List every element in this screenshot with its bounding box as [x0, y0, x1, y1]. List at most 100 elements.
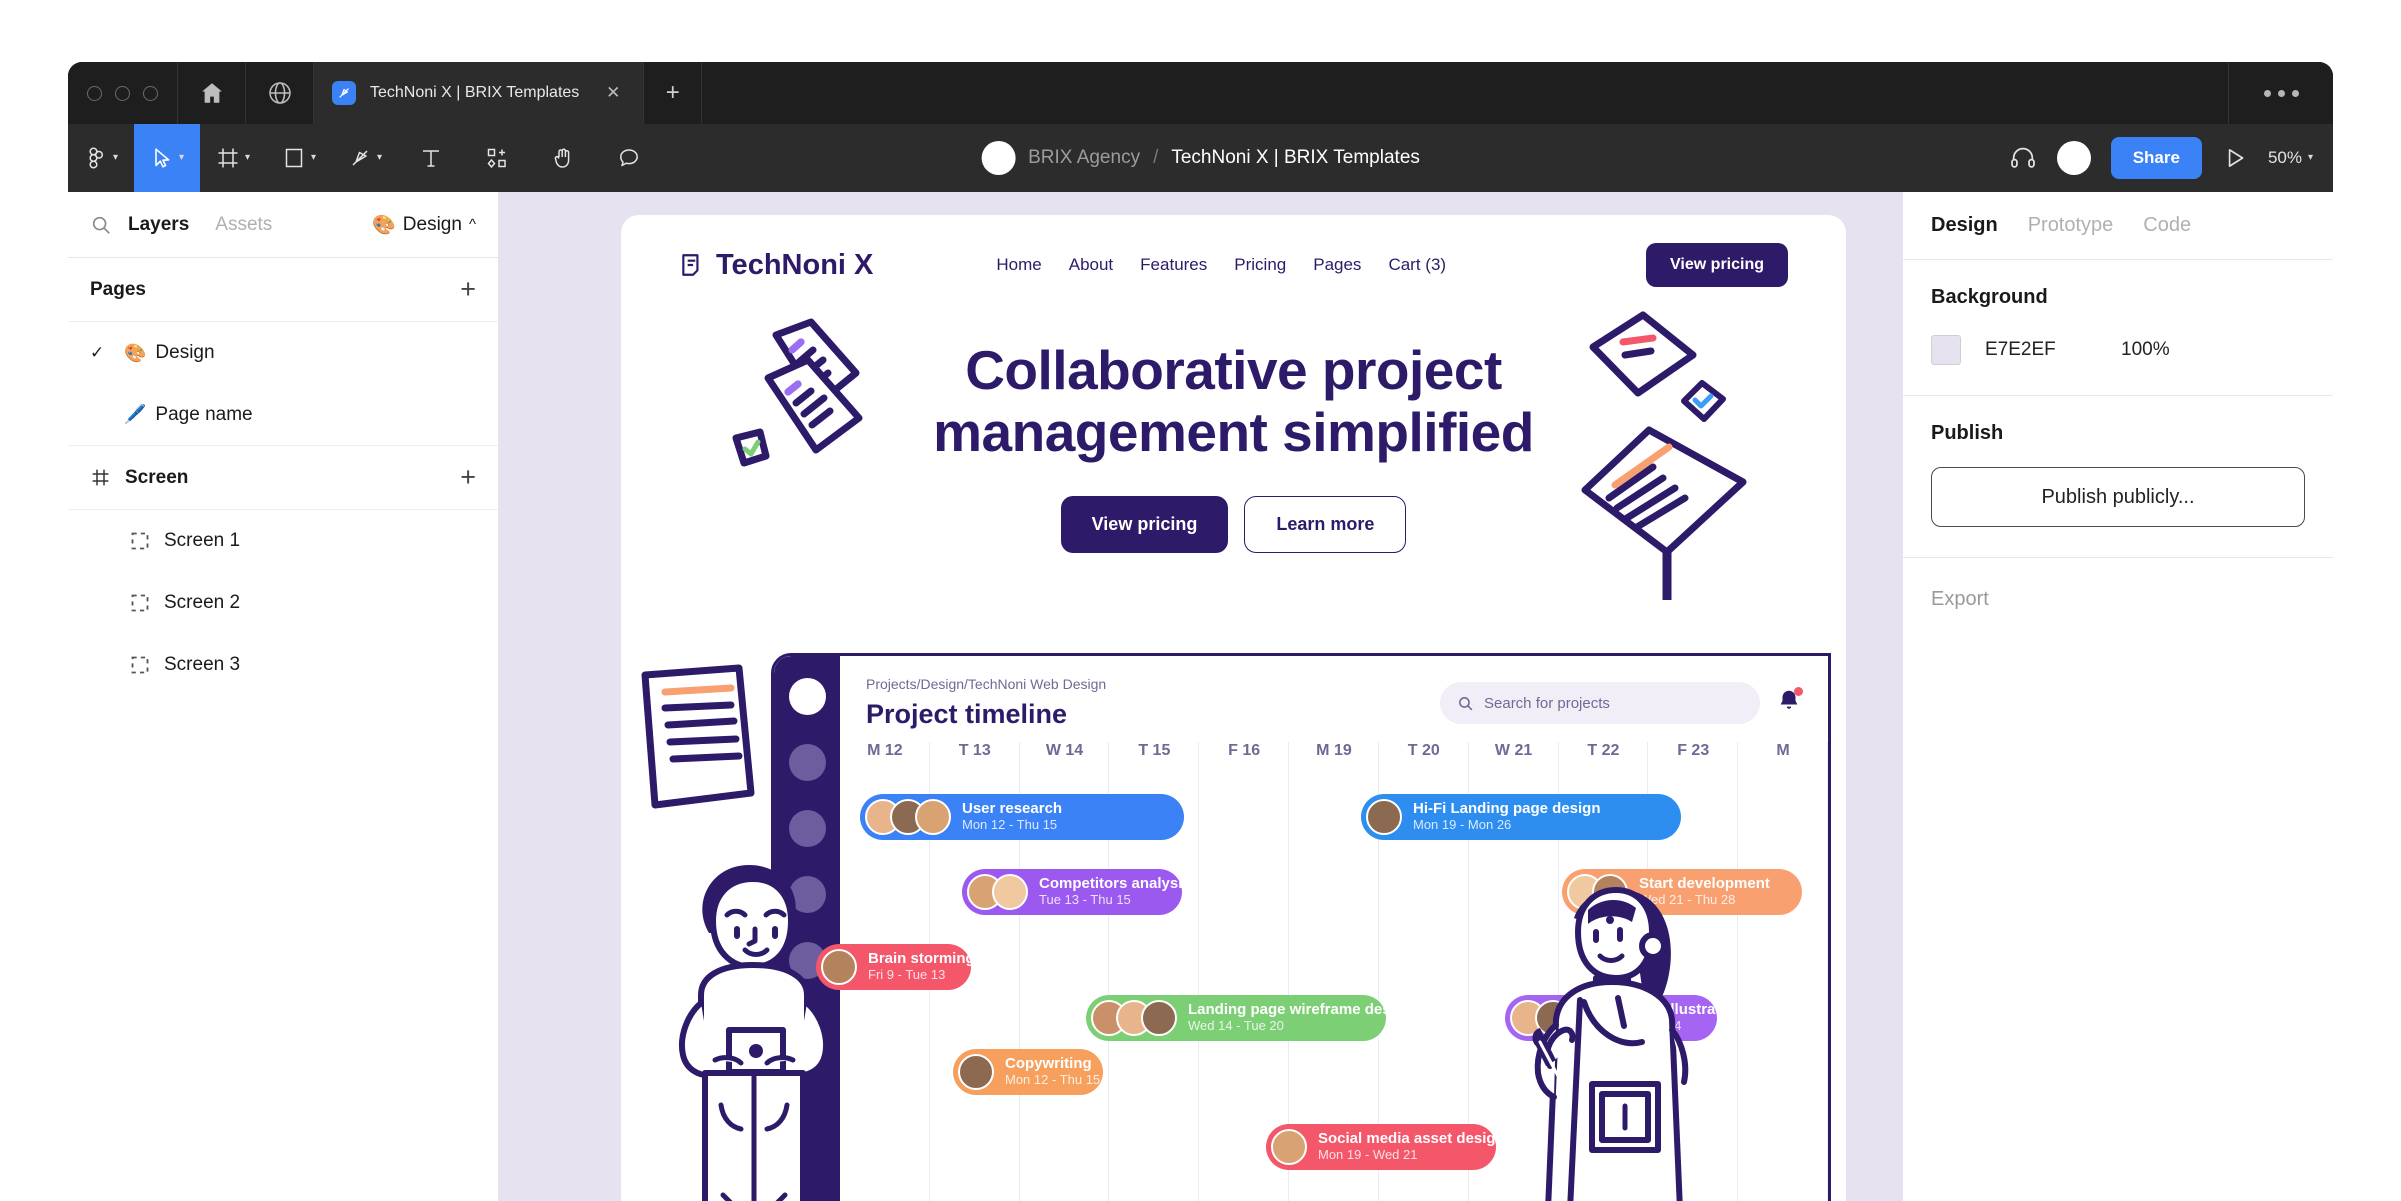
site-brand[interactable]: TechNoni X — [679, 249, 873, 282]
browser-tab[interactable]: TechNoni X | BRIX Templates ✕ — [314, 62, 645, 124]
toolbar-right-group: Share 50% ▾ — [2009, 137, 2313, 179]
layers-panel-tabs: Layers Assets 🎨 Design ^ — [68, 192, 498, 258]
zoom-level-selector[interactable]: 50% ▾ — [2268, 148, 2313, 168]
tab-assets[interactable]: Assets — [215, 214, 272, 236]
artboard-screen-1[interactable]: TechNoni X Home About Features Pricing P… — [621, 215, 1846, 1201]
task-avatars — [1091, 1000, 1177, 1036]
task-avatars — [1271, 1129, 1307, 1165]
avatar — [1366, 799, 1402, 835]
background-hex-value[interactable]: E7E2EF — [1985, 339, 2097, 361]
nav-view-pricing-button[interactable]: View pricing — [1646, 243, 1788, 287]
home-icon[interactable] — [178, 62, 246, 124]
components-icon[interactable] — [464, 124, 530, 192]
timeline-task-bar[interactable]: Brain storming Fri 9 - Tue 13 — [816, 944, 971, 990]
team-avatar[interactable] — [981, 141, 1016, 175]
nav-link-home[interactable]: Home — [996, 255, 1041, 275]
document-logo-icon — [679, 252, 705, 278]
hero-learn-more-button[interactable]: Learn more — [1244, 496, 1407, 554]
timeline-task-bar[interactable]: Competitors analysis Tue 13 - Thu 15 — [962, 869, 1182, 915]
nav-link-pages[interactable]: Pages — [1313, 255, 1361, 275]
comment-tool-button[interactable] — [596, 124, 662, 192]
background-section: Background E7E2EF 100% — [1903, 260, 2333, 396]
hand-tool-button[interactable] — [530, 124, 596, 192]
breadcrumb-team[interactable]: BRIX Agency — [1028, 147, 1140, 169]
rail-dot[interactable] — [788, 876, 826, 913]
pen-emoji-icon: 🖊️ — [124, 404, 147, 424]
breadcrumb-file-name[interactable]: TechNoni X | BRIX Templates — [1171, 147, 1420, 169]
layer-item-screen-1[interactable]: Screen 1 — [68, 510, 498, 572]
current-page-selector[interactable]: 🎨 Design ^ — [372, 213, 476, 237]
chevron-down-icon: ▾ — [112, 152, 119, 163]
nav-link-about[interactable]: About — [1069, 255, 1113, 275]
layer-item-screen-2[interactable]: Screen 2 — [68, 572, 498, 634]
publish-publicly-button[interactable]: Publish publicly... — [1931, 467, 2305, 527]
avatar — [1535, 1000, 1571, 1036]
timeline-task-bar[interactable]: Hi-Fi Landing page design Mon 19 - Mon 26 — [1361, 794, 1681, 840]
palette-icon: 🎨 — [124, 342, 147, 363]
background-opacity-value[interactable]: 100% — [2121, 339, 2170, 361]
page-item-page-name[interactable]: 🖊️ Page name — [68, 384, 498, 446]
task-avatars — [821, 949, 857, 985]
main-menu-button[interactable]: ▾ — [68, 124, 134, 192]
timeline-task-bar[interactable]: Start development Wed 21 - Thu 28 — [1562, 869, 1802, 915]
tab-layers[interactable]: Layers — [128, 214, 189, 236]
tab-design[interactable]: Design — [1931, 214, 1998, 237]
window-close-button[interactable] — [87, 85, 102, 101]
avatar[interactable] — [2056, 141, 2091, 175]
task-title: Hi-Fi Landing page design — [1413, 801, 1601, 818]
rail-dot[interactable] — [788, 744, 826, 781]
search-icon[interactable] — [90, 214, 112, 236]
ellipsis-icon[interactable] — [2229, 62, 2333, 124]
window-maximize-button[interactable] — [143, 85, 158, 101]
add-screen-button[interactable]: + — [460, 464, 476, 491]
new-tab-button[interactable]: + — [644, 62, 703, 124]
page-item-label: Design — [155, 342, 215, 363]
bell-icon[interactable] — [1776, 687, 1803, 719]
task-title: Graphics & illustration — [1582, 1002, 1717, 1019]
timeline-task-bar[interactable]: Graphics & illustrationWed 21 - Mon 24 — [1505, 995, 1717, 1041]
task-dates: Mon 19 - Mon 26 — [1413, 817, 1512, 833]
shape-tool-button[interactable]: ▾ — [266, 124, 332, 192]
timeline-task-bar[interactable]: Copywriting Mon 12 - Thu 15 — [953, 1049, 1103, 1095]
window-traffic-lights[interactable] — [68, 62, 178, 124]
task-dates: Wed 21 - Thu 28 — [1639, 892, 1736, 908]
frame-icon — [130, 593, 150, 613]
nav-link-pricing[interactable]: Pricing — [1234, 255, 1286, 275]
headphones-icon[interactable] — [2009, 144, 2037, 172]
move-tool-button[interactable]: ▾ — [134, 124, 200, 192]
text-tool-button[interactable] — [398, 124, 464, 192]
play-icon[interactable] — [2222, 145, 2248, 171]
window-minimize-button[interactable] — [115, 85, 130, 101]
figma-app-window: TechNoni X | BRIX Templates ✕ + ▾ ▾ ▾ ▾ … — [68, 62, 2333, 1201]
pages-section-header: Pages + — [68, 258, 498, 322]
nav-link-cart[interactable]: Cart (3) — [1388, 255, 1446, 275]
rail-dot-active[interactable] — [788, 678, 826, 715]
figma-toolbar: ▾ ▾ ▾ ▾ ▾ BRIX Agency / TechNoni X | BRI… — [68, 124, 2333, 192]
frame-tool-button[interactable]: ▾ — [200, 124, 266, 192]
site-navbar: TechNoni X Home About Features Pricing P… — [621, 215, 1846, 287]
globe-icon[interactable] — [246, 62, 314, 124]
pen-tool-button[interactable]: ▾ — [332, 124, 398, 192]
share-button[interactable]: Share — [2110, 137, 2202, 179]
color-swatch[interactable] — [1931, 335, 1961, 365]
hero-view-pricing-button[interactable]: View pricing — [1060, 496, 1229, 554]
page-item-design[interactable]: ✓ 🎨 Design — [68, 322, 498, 384]
close-icon[interactable]: ✕ — [603, 83, 623, 103]
search-input[interactable]: Search for projects — [1440, 682, 1760, 724]
timeline-task-bar[interactable]: User research Mon 12 - Thu 15 — [860, 794, 1184, 840]
design-canvas[interactable]: TechNoni X Home About Features Pricing P… — [498, 192, 1903, 1201]
page-item-label: Page name — [155, 403, 253, 425]
dashboard-titles: Projects/Design/TechNoni Web Design Proj… — [866, 676, 1106, 730]
timeline-task-bar[interactable]: Social media asset design Mon 19 - Wed 21 — [1266, 1124, 1496, 1170]
add-page-button[interactable]: + — [460, 276, 476, 303]
rail-dot[interactable] — [788, 810, 826, 847]
layer-item-screen-3[interactable]: Screen 3 — [68, 634, 498, 696]
task-title: User research — [962, 801, 1063, 818]
nav-link-features[interactable]: Features — [1140, 255, 1207, 275]
site-nav-links: Home About Features Pricing Pages Cart (… — [996, 255, 1446, 275]
tab-prototype[interactable]: Prototype — [2028, 214, 2114, 237]
timeline-task-bar[interactable]: Landing page wireframe designWed 14 - Tu… — [1086, 995, 1386, 1041]
project-timeline-card[interactable]: Projects/Design/TechNoni Web Design Proj… — [771, 653, 1831, 1201]
breadcrumb-separator: / — [1153, 147, 1159, 168]
tab-code[interactable]: Code — [2143, 214, 2191, 237]
